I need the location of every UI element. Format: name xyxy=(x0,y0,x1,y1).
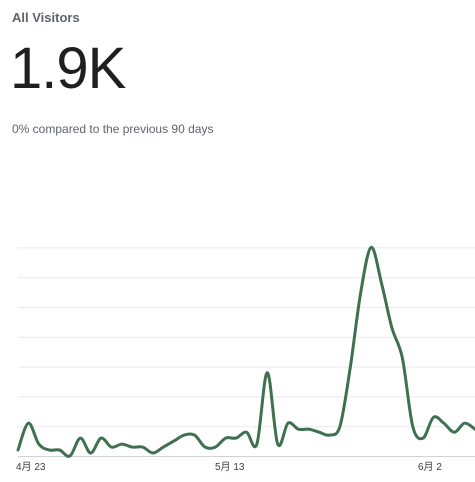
chart-series xyxy=(16,245,475,458)
x-axis: 4月 23 5月 13 6月 2 xyxy=(16,461,442,473)
visitors-series-line xyxy=(16,245,475,458)
total-visitors-value: 1.9K xyxy=(10,36,126,101)
x-tick-label: 5月 13 xyxy=(215,461,245,473)
x-tick-label: 4月 23 xyxy=(16,461,46,473)
all-visitors-card: All Visitors 1.9K 0% compared to the pre… xyxy=(0,0,475,482)
comparison-text: 0% compared to the previous 90 days xyxy=(12,122,214,136)
widget-title: All Visitors xyxy=(12,10,80,25)
x-tick-label: 6月 2 xyxy=(418,461,442,473)
chart-grid xyxy=(18,247,475,457)
visitors-line-chart[interactable]: 4月 23 5月 13 6月 2 xyxy=(0,150,475,480)
